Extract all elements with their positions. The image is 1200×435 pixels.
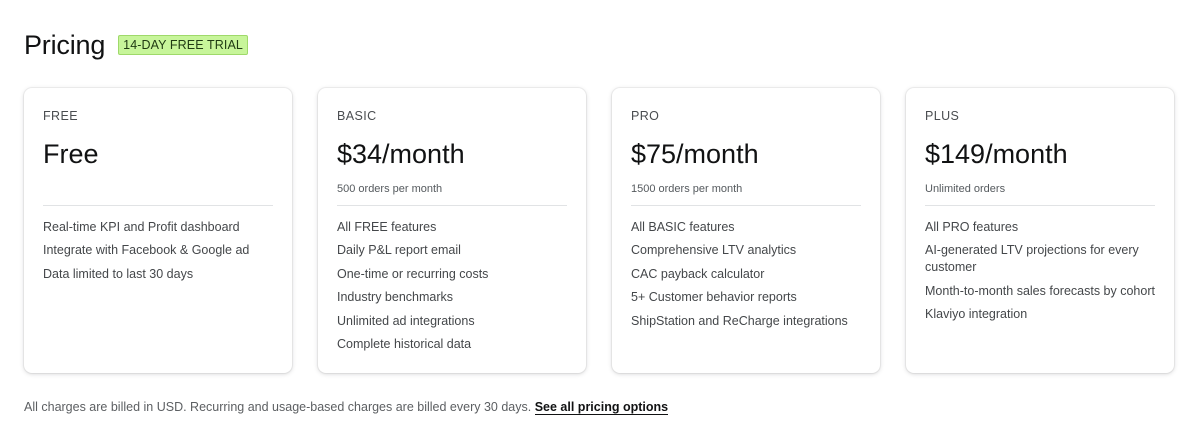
feature-item: ShipStation and ReCharge integrations: [631, 313, 848, 328]
plan-subtitle: 500 orders per month: [337, 183, 443, 195]
feature-item: CAC payback calculator: [631, 266, 765, 281]
plan-name: PLUS: [925, 109, 960, 123]
feature-item: All BASIC features: [631, 220, 735, 234]
plan-subtitle: Unlimited orders: [925, 183, 1006, 195]
feature-list: All FREE features Daily P&L report email…: [337, 219, 572, 359]
plan-price: $75/month: [631, 139, 759, 169]
plan-name: BASIC: [337, 109, 377, 123]
card-divider: [631, 205, 861, 206]
card-divider: [337, 205, 567, 206]
see-all-pricing-link[interactable]: See all pricing options: [534, 400, 669, 415]
trial-badge: 14-DAY FREE TRIAL: [118, 35, 248, 55]
feature-item: Klaviyo integration: [925, 307, 1028, 322]
plan-price: Free: [43, 139, 99, 169]
feature-item: Industry benchmarks: [337, 290, 454, 305]
plan-card-pro: PRO $75/month 1500 orders per month All …: [612, 88, 880, 373]
feature-item: All PRO features: [925, 220, 1019, 234]
feature-item: Data limited to last 30 days: [43, 266, 194, 281]
page-header: Pricing 14-DAY FREE TRIAL: [24, 28, 248, 62]
card-divider: [43, 205, 273, 206]
feature-item: Complete historical data: [337, 336, 472, 351]
plan-name: PRO: [631, 109, 660, 123]
pricing-cards: FREE Free Real-time KPI and Profit dashb…: [24, 88, 1174, 373]
feature-item: AI-generated LTV projections for every c…: [925, 243, 1139, 275]
plan-card-basic: BASIC $34/month 500 orders per month All…: [318, 88, 586, 373]
plan-price: $149/month: [925, 139, 1068, 169]
feature-item: Unlimited ad integrations: [337, 313, 475, 328]
feature-item: All FREE features: [337, 220, 437, 234]
page-title: Pricing: [24, 30, 106, 60]
feature-item: Daily P&L report email: [337, 243, 461, 258]
plan-subtitle: 1500 orders per month: [631, 183, 743, 195]
feature-item: 5+ Customer behavior reports: [631, 290, 797, 305]
card-divider: [925, 205, 1155, 206]
feature-item: Integrate with Facebook & Google ad: [43, 243, 250, 258]
billing-note-text: All charges are billed in USD. Recurring…: [24, 400, 532, 414]
feature-item: Real-time KPI and Profit dashboard: [43, 220, 240, 234]
feature-item: One-time or recurring costs: [337, 266, 489, 281]
plan-card-plus: PLUS $149/month Unlimited orders All PRO…: [906, 88, 1174, 373]
plan-subtitle: [43, 182, 273, 196]
feature-item: Month-to-month sales forecasts by cohort: [925, 283, 1155, 298]
feature-list: Real-time KPI and Profit dashboard Integ…: [43, 219, 278, 289]
billing-note: All charges are billed in USD. Recurring…: [24, 399, 669, 416]
feature-item: Comprehensive LTV analytics: [631, 243, 797, 258]
plan-price: $34/month: [337, 139, 465, 169]
plan-name: FREE: [43, 109, 78, 123]
feature-list: All PRO features AI-generated LTV projec…: [925, 219, 1160, 330]
feature-list: All BASIC features Comprehensive LTV ana…: [631, 219, 866, 336]
pricing-page: Pricing 14-DAY FREE TRIAL FREE Free Real…: [0, 0, 1200, 435]
plan-card-free: FREE Free Real-time KPI and Profit dashb…: [24, 88, 292, 373]
